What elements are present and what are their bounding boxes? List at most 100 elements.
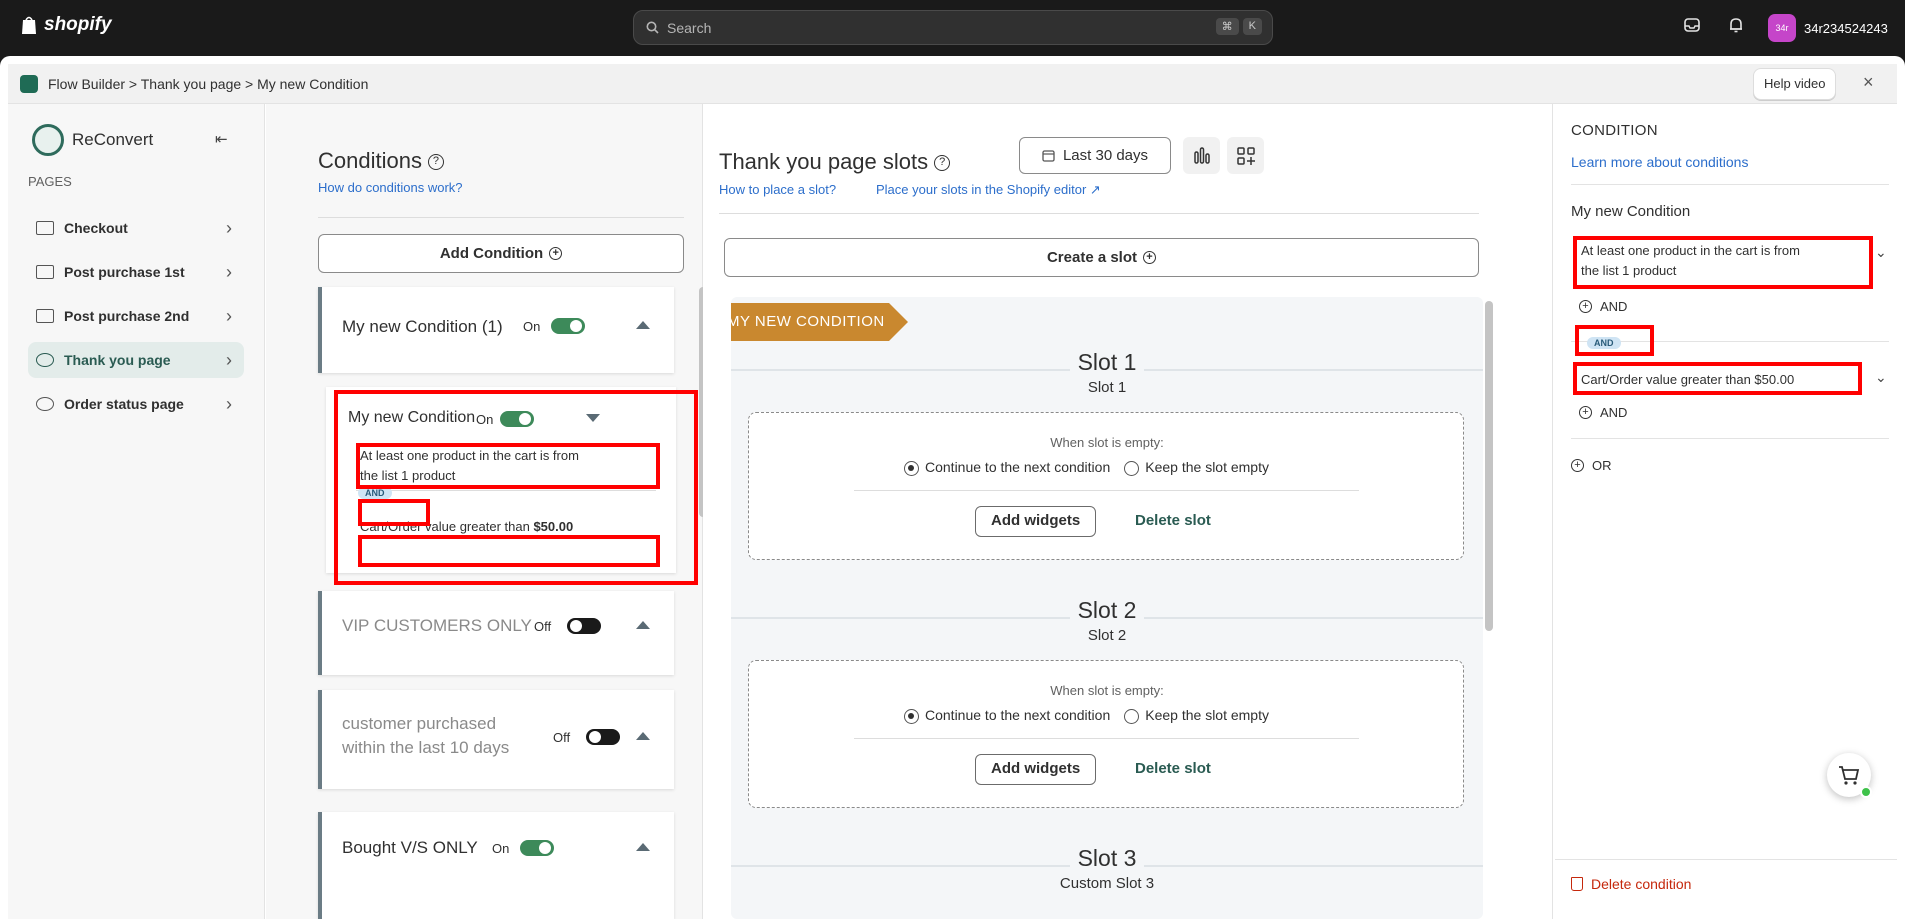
divider: [1571, 184, 1889, 185]
avatar: 34r: [1768, 14, 1796, 42]
conditions-title: Conditions?: [318, 148, 444, 174]
collapse-arrow-icon[interactable]: [636, 843, 650, 851]
plus-circle-icon: +: [1579, 406, 1592, 419]
help-icon[interactable]: ?: [427, 154, 444, 171]
close-icon[interactable]: ×: [1863, 72, 1874, 93]
divider: [719, 213, 1479, 214]
sidebar-item-post-purchase-1st[interactable]: Post purchase 1st ›: [28, 254, 244, 290]
highlight-box: [356, 443, 660, 489]
shopify-logo[interactable]: shopify: [20, 14, 112, 36]
keep-empty-option[interactable]: Keep the slot empty: [1124, 459, 1269, 476]
add-widget-grid-button[interactable]: [1227, 137, 1264, 174]
plus-circle-icon: +: [1571, 459, 1584, 472]
radio-icon: [1124, 708, 1140, 724]
add-widgets-button[interactable]: Add widgets: [975, 754, 1097, 785]
sidebar-item-thank-you-page[interactable]: Thank you page ›: [28, 342, 244, 378]
keep-empty-option[interactable]: Keep the slot empty: [1124, 707, 1269, 724]
slot-title: Slot 1: [731, 349, 1483, 376]
inbox-icon[interactable]: [1683, 16, 1705, 38]
chevron-right-icon: ›: [226, 349, 232, 370]
chevron-right-icon: ›: [226, 305, 232, 326]
toggle-state-label: On: [492, 841, 510, 856]
empty-slot-label: When slot is empty:: [1050, 683, 1164, 698]
toggle-state-label: Off: [534, 619, 552, 634]
search-input[interactable]: Search ⌘ K: [633, 10, 1273, 45]
chevron-right-icon: ›: [226, 393, 232, 414]
pages-heading: PAGES: [28, 174, 72, 189]
toggle-state-label: On: [523, 319, 541, 334]
divider: [318, 217, 684, 218]
date-range-button[interactable]: Last 30 days: [1019, 137, 1171, 174]
condition-toggle[interactable]: [586, 729, 620, 745]
condition-name: VIP CUSTOMERS ONLY: [342, 616, 532, 635]
app-frame: Flow Builder > Thank you page > My new C…: [0, 56, 1905, 919]
empty-slot-label: When slot is empty:: [1050, 435, 1164, 450]
condition-card[interactable]: VIP CUSTOMERS ONLY Off: [318, 591, 674, 675]
chevron-down-icon[interactable]: ⌄: [1875, 369, 1887, 386]
continue-option[interactable]: Continue to the next condition: [904, 459, 1110, 476]
external-link-icon: ↗: [1089, 182, 1101, 197]
help-video-button[interactable]: Help video: [1753, 68, 1837, 100]
slot-title: Slot 2: [731, 597, 1483, 624]
how-conditions-work-link[interactable]: How do conditions work?: [318, 180, 463, 195]
divider: [854, 738, 1359, 739]
how-to-place-slot-link[interactable]: How to place a slot?: [719, 182, 836, 197]
reconvert-app-icon: [20, 75, 38, 93]
grid-plus-icon: [1236, 146, 1255, 165]
highlight-box: [358, 499, 430, 526]
sidebar-item-order-status-page[interactable]: Order status page ›: [28, 386, 244, 422]
delete-slot-button[interactable]: Delete slot: [1135, 760, 1211, 777]
divider: [1555, 859, 1897, 860]
sidebar-item-checkout[interactable]: Checkout ›: [28, 210, 244, 246]
collapse-arrow-icon[interactable]: [636, 621, 650, 629]
radio-selected-icon: [904, 460, 919, 476]
panel-condition-name: My new Condition: [1571, 203, 1691, 220]
analytics-button[interactable]: [1183, 137, 1220, 174]
chevron-down-icon[interactable]: ⌄: [1875, 244, 1887, 261]
help-icon[interactable]: ?: [934, 155, 951, 172]
k-key: K: [1242, 18, 1262, 35]
slot-subtitle: Custom Slot 3: [1059, 875, 1155, 892]
sidebar-item-post-purchase-2nd[interactable]: Post purchase 2nd ›: [28, 298, 244, 334]
page-icon: [36, 265, 54, 279]
brand: ReConvert: [32, 124, 153, 156]
add-and-rule-button[interactable]: + AND: [1579, 299, 1627, 314]
highlight-box: [1573, 362, 1862, 395]
plus-circle-icon: +: [1579, 300, 1592, 313]
collapse-arrow-icon[interactable]: [636, 321, 650, 329]
shopify-editor-link[interactable]: Place your slots in the Shopify editor ↗: [876, 182, 1101, 198]
plus-circle-icon: +: [549, 247, 563, 260]
delete-slot-button[interactable]: Delete slot: [1135, 512, 1211, 529]
add-condition-button[interactable]: Add Condition +: [318, 234, 684, 273]
search-icon: [646, 21, 659, 34]
user-menu[interactable]: 34r 34r234524243: [1768, 14, 1888, 42]
highlight-box: [358, 535, 660, 567]
continue-option[interactable]: Continue to the next condition: [904, 707, 1110, 724]
sidebar-item-label: Checkout: [64, 220, 128, 236]
reconvert-logo-icon: [32, 124, 64, 156]
condition-name: Bought V/S ONLY: [342, 838, 478, 857]
divider: [854, 490, 1359, 491]
create-slot-button[interactable]: Create a slot +: [724, 238, 1479, 277]
condition-toggle[interactable]: [551, 318, 585, 334]
condition-toggle[interactable]: [567, 618, 601, 634]
trash-icon: [1571, 877, 1583, 891]
condition-toggle[interactable]: [520, 840, 554, 856]
condition-card[interactable]: Bought V/S ONLY On: [318, 812, 674, 919]
condition-card[interactable]: customer purchased within the last 10 da…: [318, 690, 674, 789]
toggle-state-label: Off: [553, 730, 571, 745]
search-placeholder: Search: [667, 19, 712, 36]
bell-icon[interactable]: [1727, 16, 1749, 38]
panel-heading: CONDITION: [1571, 122, 1658, 139]
delete-condition-button[interactable]: Delete condition: [1571, 876, 1691, 892]
add-widgets-button[interactable]: Add widgets: [975, 506, 1097, 537]
collapse-sidebar-icon[interactable]: ⇤: [215, 130, 228, 148]
learn-conditions-link[interactable]: Learn more about conditions: [1571, 154, 1748, 170]
slots-scrollbar[interactable]: [1485, 301, 1493, 631]
condition-card[interactable]: My new Condition (1) On: [318, 287, 674, 373]
add-and-rule-button[interactable]: + AND: [1579, 405, 1627, 420]
collapse-arrow-icon[interactable]: [636, 732, 650, 740]
slot-subtitle: Slot 1: [1087, 379, 1127, 396]
add-or-group-button[interactable]: + OR: [1571, 458, 1612, 473]
shopify-wordmark: shopify: [44, 14, 112, 35]
